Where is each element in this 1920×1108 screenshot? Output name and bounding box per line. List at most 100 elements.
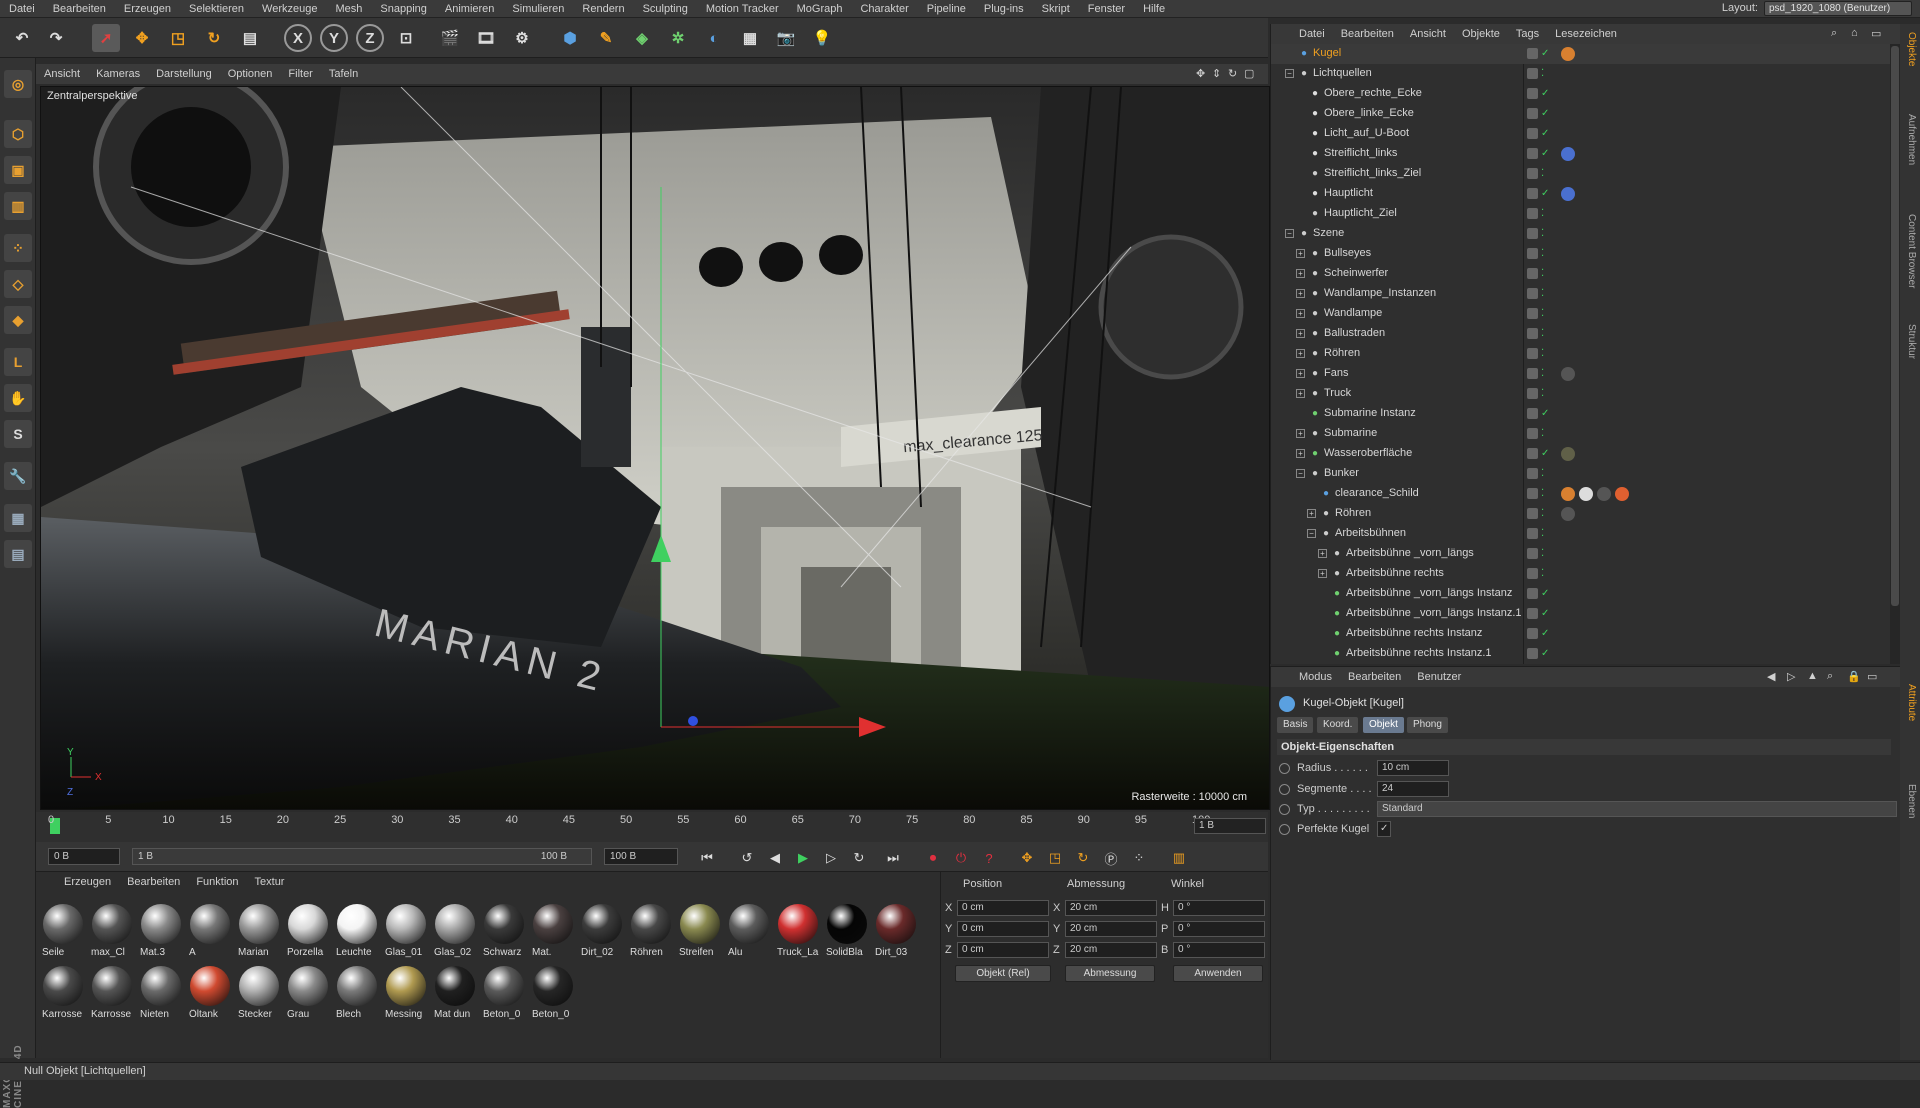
edit-layer-icon[interactable] [1527, 68, 1538, 79]
menu-item-snapping[interactable]: Snapping [371, 3, 436, 15]
object-visibility-flags[interactable]: ⁚ [1527, 548, 1557, 560]
menu-item-plug-ins[interactable]: Plug-ins [975, 3, 1033, 15]
material-swatch[interactable]: Beton_0 [481, 964, 527, 1024]
object-tag-icon[interactable] [1561, 447, 1575, 461]
dots-icon[interactable]: ⁚ [1541, 308, 1547, 319]
edit-layer-icon[interactable] [1527, 348, 1538, 359]
menu-item-simulieren[interactable]: Simulieren [503, 3, 573, 15]
menu-item-sculpting[interactable]: Sculpting [634, 3, 697, 15]
attribute-menu-benutzer[interactable]: Benutzer [1409, 671, 1469, 683]
object-menu-bearbeiten[interactable]: Bearbeiten [1333, 28, 1402, 40]
prev-key-icon[interactable]: ↺ [736, 848, 758, 868]
menu-item-bearbeiten[interactable]: Bearbeiten [44, 3, 115, 15]
object-menu-lesezeichen[interactable]: Lesezeichen [1547, 28, 1625, 40]
object-row[interactable]: ● Arbeitsbühne rechts Instanz.1 ✓ [1271, 644, 1891, 664]
viewport-menu-optionen[interactable]: Optionen [220, 68, 281, 80]
object-row[interactable]: − ● Szene ⁚ [1271, 224, 1891, 244]
menu-item-charakter[interactable]: Charakter [851, 3, 917, 15]
current-frame-field[interactable]: 1 B [1194, 818, 1266, 834]
object-visibility-flags[interactable]: ✓ [1527, 108, 1557, 120]
attribute-menu-bearbeiten[interactable]: Bearbeiten [1340, 671, 1409, 683]
object-row[interactable]: + ● Submarine ⁚ [1271, 424, 1891, 444]
dots-icon[interactable]: ⁚ [1541, 348, 1547, 359]
dots-icon[interactable]: ⁚ [1541, 508, 1547, 519]
dots-icon[interactable]: ⁚ [1541, 468, 1547, 479]
object-visibility-flags[interactable]: ✓ [1527, 648, 1557, 660]
object-tag-icon[interactable] [1561, 507, 1575, 521]
object-visibility-flags[interactable]: ✓ [1527, 148, 1557, 160]
object-row[interactable]: ● Obere_rechte_Ecke ✓ [1271, 84, 1891, 104]
dots-icon[interactable]: ⁚ [1541, 268, 1547, 279]
edit-layer-icon[interactable] [1527, 468, 1538, 479]
record-icon[interactable]: ⏺ [922, 848, 944, 868]
material-menu-funktion[interactable]: Funktion [188, 876, 246, 888]
edit-layer-icon[interactable] [1527, 388, 1538, 399]
lock-icon[interactable]: 🔒 [1847, 670, 1861, 683]
enabled-check-icon[interactable]: ✓ [1541, 148, 1549, 159]
rot-h-field[interactable]: 0 ° [1173, 900, 1265, 916]
object-tag-icon[interactable] [1579, 487, 1593, 501]
edit-layer-icon[interactable] [1527, 628, 1538, 639]
material-swatch[interactable]: Marian [236, 902, 282, 962]
next-key-icon[interactable]: ↻ [848, 848, 870, 868]
object-visibility-flags[interactable]: ⁚ [1527, 308, 1557, 320]
object-row[interactable]: − ● Bunker ⁚ [1271, 464, 1891, 484]
object-tag-icon[interactable] [1561, 487, 1575, 501]
axis-y-lock-button[interactable]: Y [320, 24, 348, 52]
material-swatch[interactable]: Streifen [677, 902, 723, 962]
enabled-check-icon[interactable]: ✓ [1541, 408, 1549, 419]
object-row[interactable]: ● Arbeitsbühne _vorn_längs Instanz ✓ [1271, 584, 1891, 604]
keyframe-selection-icon[interactable]: ? [978, 848, 1000, 868]
forward-icon[interactable]: ▷ [1787, 670, 1795, 683]
expand-toggle-icon[interactable]: − [1296, 469, 1305, 478]
pos-y-field[interactable]: 0 cm [957, 921, 1049, 937]
perfect-sphere-checkbox[interactable]: ✓ [1377, 821, 1391, 837]
object-visibility-flags[interactable]: ✓ [1527, 608, 1557, 620]
texture-mode-icon[interactable]: ▣ [4, 156, 32, 184]
object-row[interactable]: + ● Wandlampe_Instanzen ⁚ [1271, 284, 1891, 304]
object-row[interactable]: ● Streiflicht_links_Ziel ⁚ [1271, 164, 1891, 184]
attribute-tab-objekt[interactable]: Objekt [1363, 717, 1404, 733]
enabled-check-icon[interactable]: ✓ [1541, 628, 1549, 639]
material-swatch[interactable]: Mat. [530, 902, 576, 962]
viewport-menu-filter[interactable]: Filter [280, 68, 320, 80]
subdivision-surface-icon[interactable]: ◈ [628, 24, 656, 52]
edit-layer-icon[interactable] [1527, 148, 1538, 159]
attribute-tab-phong[interactable]: Phong [1407, 717, 1448, 733]
edit-layer-icon[interactable] [1527, 508, 1538, 519]
dots-icon[interactable]: ⁚ [1541, 428, 1547, 439]
type-select[interactable]: Standard [1377, 801, 1897, 817]
expand-toggle-icon[interactable]: + [1296, 429, 1305, 438]
object-row[interactable]: ● Kugel ✓ [1271, 44, 1891, 64]
object-visibility-flags[interactable]: ⁚ [1527, 568, 1557, 580]
material-swatch[interactable]: Stecker [236, 964, 282, 1024]
material-swatch[interactable]: Truck_La [775, 902, 821, 962]
menu-item-werkzeuge[interactable]: Werkzeuge [253, 3, 326, 15]
dots-icon[interactable]: ⁚ [1541, 228, 1547, 239]
edit-layer-icon[interactable] [1527, 128, 1538, 139]
back-icon[interactable]: ◀ [1767, 670, 1775, 683]
start-frame-field[interactable]: 0 B [48, 848, 120, 865]
key-parameter-icon[interactable]: Ⓟ [1100, 848, 1122, 868]
side-tab-content-browser[interactable]: Content Browser [1903, 214, 1917, 288]
viewport[interactable]: max_clearance 125 MARIAN 2 Y X Z Zentral… [40, 86, 1270, 810]
object-visibility-flags[interactable]: ⁚ [1527, 268, 1557, 280]
new-window-icon[interactable]: ▭ [1867, 670, 1877, 683]
coordinate-system-icon[interactable]: ⊡ [392, 24, 420, 52]
segments-animate-dot[interactable] [1279, 784, 1290, 795]
edit-layer-icon[interactable] [1527, 368, 1538, 379]
object-visibility-flags[interactable]: ✓ [1527, 628, 1557, 640]
recent-tools-icon[interactable]: ▤ [236, 24, 264, 52]
enabled-check-icon[interactable]: ✓ [1541, 608, 1549, 619]
grid-workplane-icon[interactable]: ▦ [4, 504, 32, 532]
apply-button[interactable]: Anwenden [1173, 965, 1263, 982]
material-swatch[interactable]: Seile [40, 902, 86, 962]
object-visibility-flags[interactable]: ✓ [1527, 448, 1557, 460]
expand-toggle-icon[interactable]: − [1285, 229, 1294, 238]
dots-icon[interactable]: ⁚ [1541, 548, 1547, 559]
new-window-icon[interactable]: ▭ [1871, 27, 1881, 40]
object-row[interactable]: ● Submarine Instanz ✓ [1271, 404, 1891, 424]
enabled-check-icon[interactable]: ✓ [1541, 648, 1549, 659]
home-icon[interactable]: ⌂ [1851, 27, 1858, 39]
edit-layer-icon[interactable] [1527, 548, 1538, 559]
